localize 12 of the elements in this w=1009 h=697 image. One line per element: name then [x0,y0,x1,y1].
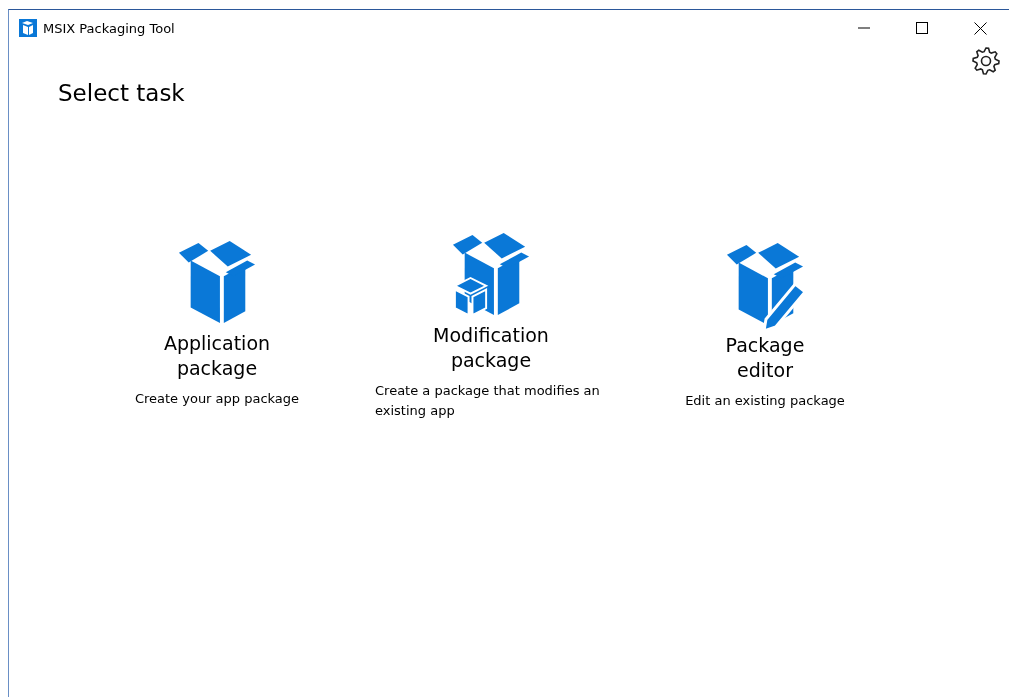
task-description: Create your app package [133,390,301,408]
maximize-icon[interactable] [916,22,928,34]
close-icon[interactable] [973,21,987,35]
page-heading: Select task [58,80,185,106]
task-title[interactable]: Application package [163,331,271,381]
task-description: Edit an existing package [684,392,846,410]
app-icon [19,19,37,37]
settings-icon[interactable] [971,46,1001,76]
task-title[interactable]: Modification package [433,323,549,373]
task-description: Create a package that modifies an existing app [375,382,601,420]
task-title[interactable]: Package editor [725,333,805,383]
window-title: MSIX Packaging Tool [43,20,176,36]
